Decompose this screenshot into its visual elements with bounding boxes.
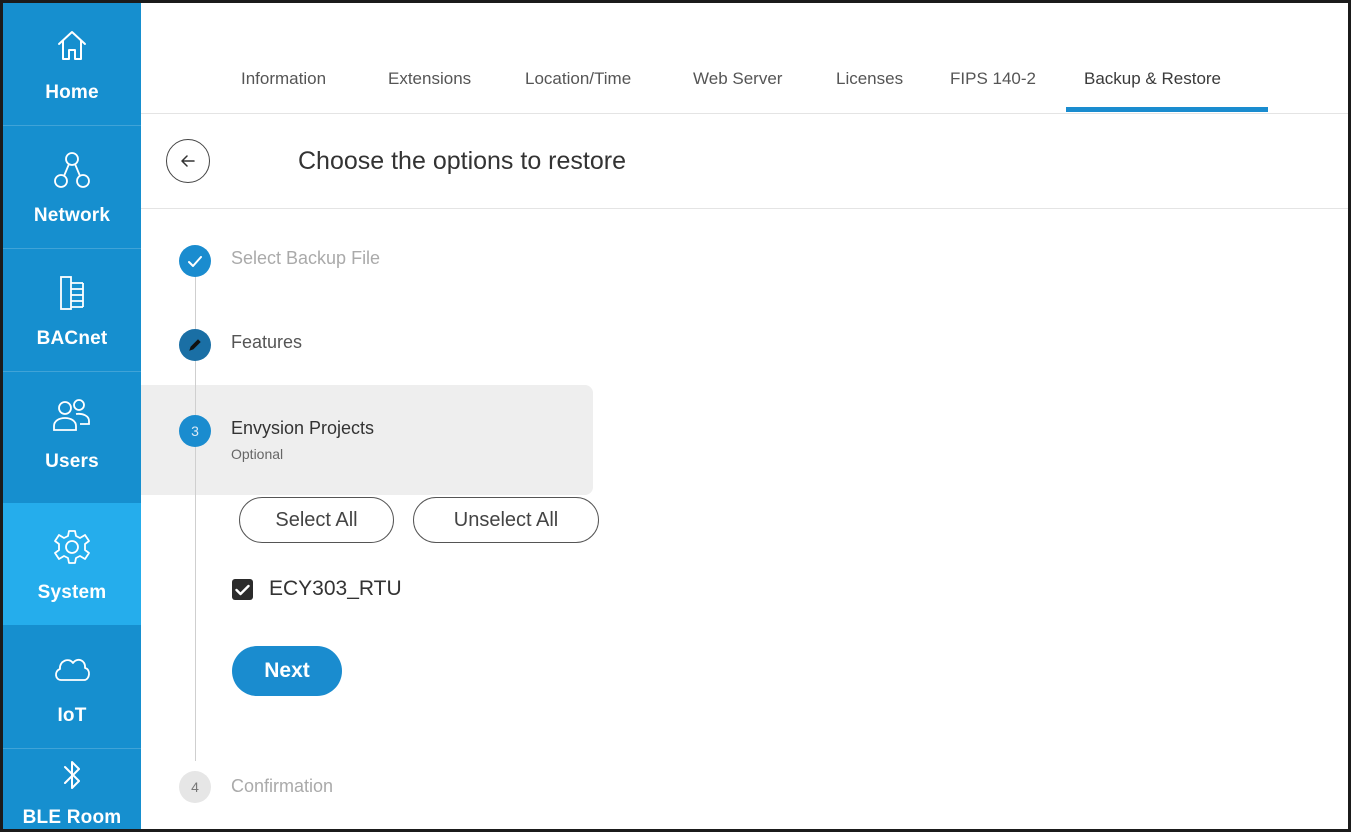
app-window: Home Network BACnet Users System IoT BLE… xyxy=(0,0,1351,832)
step-2-indicator xyxy=(179,329,211,361)
step-3-sublabel: Optional xyxy=(231,446,284,462)
step-4-number: 4 xyxy=(191,779,199,795)
sidebar-item-iot[interactable]: IoT xyxy=(3,626,141,748)
bacnet-icon xyxy=(3,273,141,311)
checkmark-icon xyxy=(235,584,250,596)
sidebar-item-system[interactable]: System xyxy=(3,503,141,625)
home-icon xyxy=(3,27,141,65)
active-tab-indicator xyxy=(1066,107,1268,112)
page-header: Choose the options to restore xyxy=(141,114,1348,209)
step-3-indicator: 3 xyxy=(179,415,211,447)
tab-information[interactable]: Information xyxy=(241,69,326,89)
next-button[interactable]: Next xyxy=(232,646,342,696)
tab-backup-restore[interactable]: Backup & Restore xyxy=(1084,69,1221,89)
arrow-left-icon xyxy=(181,155,195,167)
step-3-number: 3 xyxy=(191,423,199,439)
step-4-label: Confirmation xyxy=(231,776,334,796)
sidebar-item-label: BLE Room xyxy=(22,807,122,828)
tab-bar: Information Extensions Location/Time Web… xyxy=(141,3,1348,114)
tab-location-time[interactable]: Location/Time xyxy=(525,69,631,89)
check-icon xyxy=(188,255,202,267)
pencil-icon xyxy=(188,338,202,352)
sidebar-item-label: BACnet xyxy=(36,328,108,349)
gear-icon xyxy=(3,527,141,565)
network-icon xyxy=(3,150,141,188)
sidebar-item-users[interactable]: Users xyxy=(3,372,141,494)
sidebar: Home Network BACnet Users System IoT BLE… xyxy=(3,3,141,829)
step-1-indicator xyxy=(179,245,211,277)
sidebar-item-home[interactable]: Home xyxy=(3,3,141,125)
sidebar-item-label: Home xyxy=(45,82,99,103)
project-checkbox[interactable] xyxy=(232,579,253,600)
unselect-all-button[interactable]: Unselect All xyxy=(413,497,599,543)
sidebar-item-label: Network xyxy=(33,205,111,226)
bluetooth-icon xyxy=(3,757,141,795)
tab-licenses[interactable]: Licenses xyxy=(836,69,903,89)
step-1-label: Select Backup File xyxy=(231,248,381,268)
users-icon xyxy=(3,396,141,434)
tab-extensions[interactable]: Extensions xyxy=(388,69,471,89)
sidebar-item-label: Users xyxy=(45,451,99,472)
tab-fips-140-2[interactable]: FIPS 140-2 xyxy=(950,69,1036,89)
step-4-indicator: 4 xyxy=(179,771,211,803)
step-3-label: Envysion Projects xyxy=(231,418,375,438)
select-all-button[interactable]: Select All xyxy=(239,497,394,543)
cloud-icon xyxy=(3,650,141,688)
sidebar-item-network[interactable]: Network xyxy=(3,126,141,248)
back-button[interactable] xyxy=(166,139,210,183)
sidebar-item-label: System xyxy=(37,582,107,603)
sidebar-item-label: IoT xyxy=(57,705,87,726)
tab-web-server[interactable]: Web Server xyxy=(693,69,782,89)
sidebar-item-bacnet[interactable]: BACnet xyxy=(3,249,141,371)
sidebar-item-ble-room[interactable]: BLE Room xyxy=(3,749,141,829)
page-title: Choose the options to restore xyxy=(298,147,626,175)
current-step-highlight xyxy=(141,385,593,495)
step-2-label: Features xyxy=(231,332,303,352)
project-label: ECY303_RTU xyxy=(269,577,402,600)
